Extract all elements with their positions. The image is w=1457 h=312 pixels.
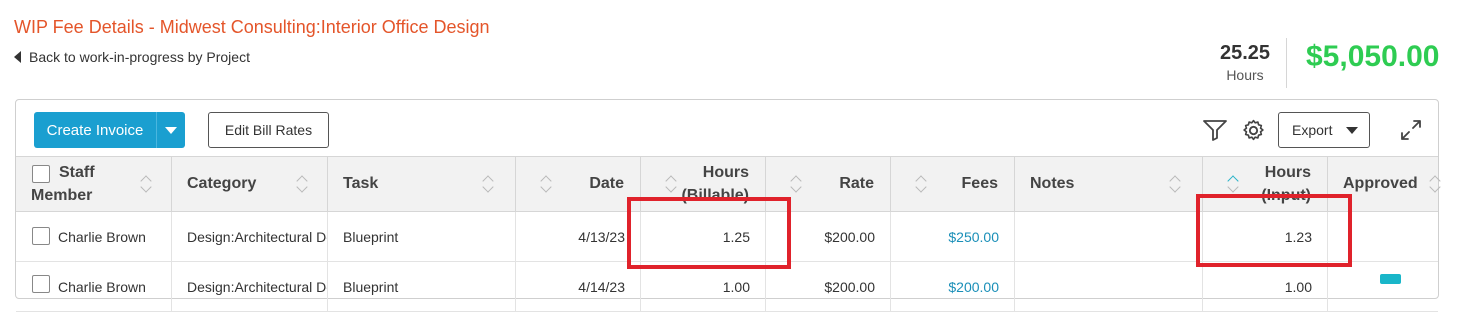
fees-link[interactable]: $250.00 [948,229,999,245]
back-link[interactable]: Back to work-in-progress by Project [14,49,250,65]
summary-divider [1286,38,1287,88]
cell-date: 4/13/23 [516,212,641,262]
column-label-input: (Input) [1261,187,1311,204]
column-header-rate[interactable]: Rate [766,156,891,212]
column-header-date[interactable]: Date [516,156,641,212]
cell-category: Design:Architectural Design [172,212,328,262]
column-label-hours: Hours [702,164,749,181]
column-header-category[interactable]: Category [172,156,328,212]
sort-icon[interactable] [1170,175,1180,193]
column-label: Date [589,175,624,192]
export-label: Export [1292,122,1333,138]
sort-icon[interactable] [141,175,151,193]
cell-date: 4/14/23 [516,262,641,312]
fees-link[interactable]: $200.00 [948,279,999,295]
gear-icon[interactable] [1241,118,1266,143]
hours-total: 25.25 [1219,42,1271,64]
cell-hours-billable: 1.00 [641,262,766,312]
caret-left-icon [14,51,21,63]
cell-staff: Charlie Brown [16,262,172,312]
column-label: Task [343,175,379,192]
create-invoice-dropdown[interactable] [156,112,185,148]
cell-approved [1328,212,1438,262]
cell-hours-input: 1.00 [1203,262,1328,312]
column-label: Approved [1343,175,1418,192]
cell-rate: $200.00 [766,212,891,262]
sort-icon[interactable] [666,175,676,193]
column-header-notes[interactable]: Notes [1015,156,1203,212]
expand-icon[interactable] [1399,118,1423,142]
cell-task: Blueprint [328,212,516,262]
cell-fees: $250.00 [891,212,1015,262]
table-row[interactable]: Charlie Brown Design:Architectural Desig… [16,212,1438,262]
create-invoice-button[interactable]: Create Invoice [34,112,156,148]
cell-staff: Charlie Brown [16,212,172,262]
fees-total: $5,050.00 [1306,40,1440,73]
column-label-member: Member [31,187,93,204]
edit-bill-rates-button[interactable]: Edit Bill Rates [208,112,329,148]
cell-fees: $200.00 [891,262,1015,312]
chevron-down-icon [165,126,177,134]
cell-category: Design:Architectural Design [172,262,328,312]
hours-label: Hours [1226,67,1264,83]
sort-icon[interactable] [297,175,307,193]
cell-hours-billable: 1.25 [641,212,766,262]
sort-icon[interactable] [791,175,801,193]
column-header-approved[interactable]: Approved [1328,156,1438,212]
cell-notes [1015,212,1203,262]
column-header-staff-member[interactable]: Staff Member [16,156,172,212]
row-checkbox[interactable] [32,227,50,245]
sort-icon[interactable] [916,175,926,193]
column-label: Category [187,175,257,192]
sort-icon[interactable] [1430,175,1440,193]
column-label: Notes [1030,175,1075,192]
column-header-fees[interactable]: Fees [891,156,1015,212]
table-row[interactable]: Charlie Brown Design:Architectural Desig… [16,262,1438,312]
create-invoice-button-group: Create Invoice [34,112,185,148]
cell-task: Blueprint [328,262,516,312]
column-label: Rate [839,175,874,192]
chevron-down-icon [1346,126,1358,134]
back-link-label: Back to work-in-progress by Project [29,49,250,65]
staff-name: Charlie Brown [58,229,146,245]
hours-summary: 25.25 Hours [1210,42,1280,83]
cell-rate: $200.00 [766,262,891,312]
row-checkbox[interactable] [32,275,50,293]
page-title: WIP Fee Details - Midwest Consulting:Int… [14,17,490,37]
cell-notes [1015,262,1203,312]
column-header-hours-input[interactable]: Hours (Input) [1203,156,1328,212]
column-label-hours: Hours [1264,164,1311,181]
staff-name: Charlie Brown [58,279,146,295]
approved-toggle[interactable] [1380,274,1401,284]
column-header-hours-billable[interactable]: Hours (Billable) [641,156,766,212]
column-label-billable: (Billable) [681,187,749,204]
column-label: Fees [961,175,998,192]
cell-hours-input: 1.23 [1203,212,1328,262]
cell-approved [1328,262,1438,312]
export-dropdown[interactable]: Export [1278,112,1370,148]
column-label-staff: Staff [59,164,95,181]
sort-ascending-icon[interactable] [1228,175,1238,193]
sort-icon[interactable] [483,175,493,193]
column-header-task[interactable]: Task [328,156,516,212]
select-all-checkbox[interactable] [32,165,50,183]
sort-icon[interactable] [541,175,551,193]
filter-icon[interactable] [1202,118,1228,142]
